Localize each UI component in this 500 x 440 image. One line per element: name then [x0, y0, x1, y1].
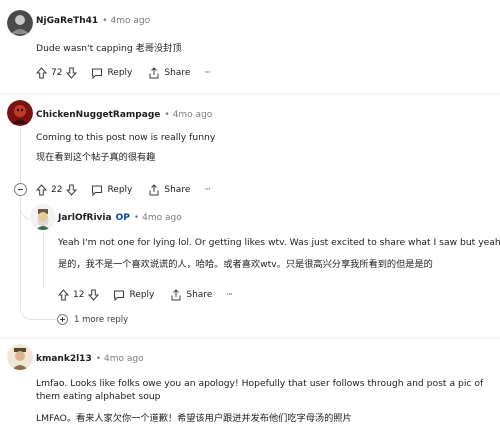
comment-text: Lmfao. Looks like folks owe you an apolo… [36, 377, 484, 425]
downvote-icon [66, 67, 78, 79]
separator-dot: • [164, 110, 170, 120]
more-replies-label: 1 more reply [74, 314, 129, 325]
downvote-button[interactable] [88, 289, 100, 301]
upvote-icon [36, 184, 47, 196]
comment-line: Dude wasn't capping 老哥没封顶 [36, 43, 182, 54]
more-options-button[interactable]: ··· [226, 290, 233, 300]
comment-line: 现在看到这个帖子真的很有趣 [36, 152, 156, 163]
comment-icon [92, 185, 103, 196]
vote-count: 72 [51, 68, 63, 78]
upvote-icon [36, 67, 47, 79]
username[interactable]: ChickenNuggetRampage [36, 110, 160, 120]
share-button[interactable]: Share [170, 289, 212, 301]
separator-dot: • [133, 213, 140, 223]
comment-icon [92, 68, 103, 79]
comment-text: Coming to this post now is really funny … [36, 131, 215, 164]
avatar[interactable] [7, 100, 33, 126]
upvote-button[interactable] [36, 67, 47, 79]
downvote-icon [66, 184, 78, 196]
timestamp[interactable]: 4mo ago [111, 16, 151, 26]
timestamp[interactable]: 4mo ago [142, 213, 182, 223]
upvote-icon [58, 289, 69, 301]
comment-text: Yeah I'm not one for lying lol. Or getti… [58, 236, 500, 271]
comment-line: Coming to this post now is really funny [36, 132, 216, 143]
avatar[interactable] [30, 204, 56, 230]
avatar[interactable] [7, 10, 33, 36]
reply-button[interactable]: Reply [113, 290, 154, 301]
plus-icon [57, 314, 68, 325]
comment-meta: NjGaReTh41 • 4mo ago [36, 16, 150, 26]
comment-line: Lmfao. Looks like folks owe you an apolo… [36, 378, 484, 402]
downvote-button[interactable] [66, 184, 78, 196]
share-button[interactable]: Share [148, 67, 190, 79]
more-options-button[interactable]: ··· [204, 68, 211, 78]
collapse-thread-button[interactable] [14, 183, 27, 196]
more-replies-button[interactable]: 1 more reply [57, 314, 128, 325]
thread-line [20, 128, 21, 182]
share-icon [149, 67, 159, 79]
separator-dot: • [95, 354, 102, 364]
upvote-button[interactable] [36, 184, 47, 196]
separator-dot: • [102, 16, 108, 26]
comment-text: Dude wasn't capping 老哥没封顶 [36, 42, 182, 55]
vote-count: 22 [51, 185, 63, 195]
vote-count: 12 [73, 290, 85, 300]
downvote-button[interactable] [66, 67, 78, 79]
op-badge: OP [115, 213, 130, 223]
timestamp[interactable]: 4mo ago [173, 110, 213, 120]
username[interactable]: NjGaReTh41 [36, 16, 98, 26]
comment-meta: ChickenNuggetRampage • 4mo ago [36, 110, 212, 120]
comment-actions: 72 Reply Share ··· [36, 67, 211, 79]
comment-line: LMFAO。看来人家欠你一个道歉！希望该用户跟进并发布他们吃字母汤的照片 [36, 413, 352, 424]
reply-button[interactable]: Reply [91, 185, 132, 196]
reply-button[interactable]: Reply [91, 68, 132, 79]
more-options-button[interactable]: ··· [204, 185, 211, 195]
comment-meta: JarlOfRivia OP • 4mo ago [58, 213, 182, 223]
share-icon [171, 289, 181, 301]
upvote-button[interactable] [58, 289, 69, 301]
comment-line: 是的，我不是一个喜欢说谎的人，哈哈。或者喜欢wtv。只是很高兴分享我所看到的但是… [58, 259, 433, 270]
username[interactable]: JarlOfRivia [58, 213, 112, 223]
comment-meta: kmank2l13 • 4mo ago [36, 354, 144, 364]
thread-elbow [20, 300, 56, 320]
comment-actions: 12 Reply Share ··· [58, 289, 233, 301]
share-icon [149, 184, 159, 196]
downvote-icon [88, 289, 100, 301]
avatar[interactable] [7, 344, 33, 370]
minus-icon [18, 189, 23, 190]
username[interactable]: kmank2l13 [36, 354, 92, 364]
comment-actions: 22 Reply Share ··· [36, 184, 211, 196]
comment-line: Yeah I'm not one for lying lol. Or getti… [58, 237, 500, 248]
timestamp[interactable]: 4mo ago [104, 354, 144, 364]
thread-line [43, 230, 44, 288]
share-button[interactable]: Share [148, 184, 190, 196]
comment-icon [114, 290, 125, 301]
